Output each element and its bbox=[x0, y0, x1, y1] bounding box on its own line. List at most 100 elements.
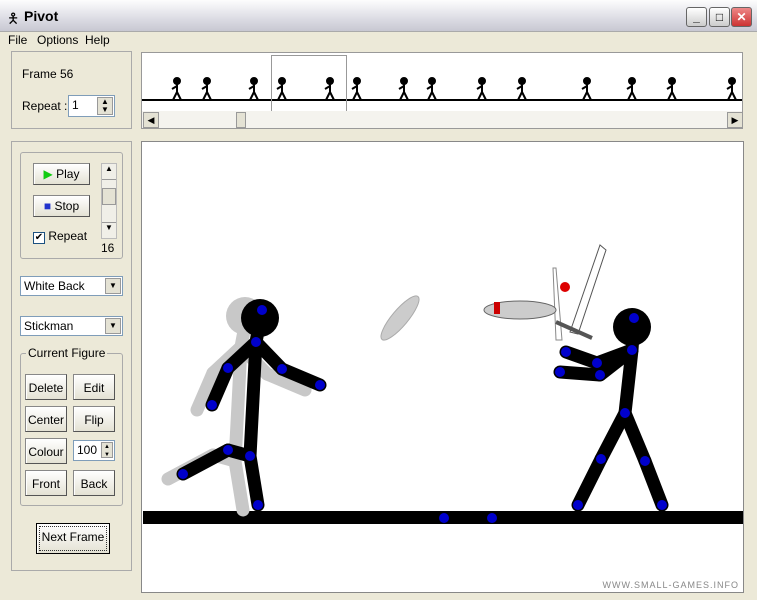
joint-handle bbox=[555, 367, 565, 377]
thumb-leg bbox=[631, 91, 637, 101]
scroll-left-icon[interactable]: ◀ bbox=[143, 112, 159, 128]
play-label: Play bbox=[56, 167, 80, 181]
speed-up-icon[interactable]: ▲ bbox=[102, 164, 116, 180]
frame-thumbnails[interactable] bbox=[142, 53, 743, 107]
thumb-leg bbox=[517, 91, 523, 101]
thumb-stickman bbox=[398, 77, 409, 101]
joint-handle bbox=[657, 500, 667, 510]
repeat-spinner[interactable]: 1 ▲ ▼ bbox=[68, 95, 115, 117]
front-button[interactable]: Front bbox=[25, 470, 67, 496]
spinner-arrows-icon[interactable]: ▲ ▼ bbox=[97, 97, 113, 115]
repeat-value: 1 bbox=[72, 98, 79, 112]
speed-slider[interactable]: ▲ ▼ bbox=[101, 163, 117, 239]
thumb-leg bbox=[399, 91, 405, 101]
checkmark-icon: ✔ bbox=[33, 232, 45, 244]
joint-handle bbox=[178, 469, 188, 479]
edit-button[interactable]: Edit bbox=[73, 374, 115, 400]
speed-thumb[interactable] bbox=[102, 188, 116, 205]
stage[interactable] bbox=[142, 142, 745, 594]
joint-handle bbox=[620, 408, 630, 418]
maximize-button[interactable]: □ bbox=[709, 7, 730, 27]
pivot-app-icon: 🯅 bbox=[7, 10, 20, 26]
joint-handle bbox=[253, 500, 263, 510]
thumb-leg bbox=[477, 91, 483, 101]
back-button[interactable]: Back bbox=[73, 470, 115, 496]
chevron-down-icon[interactable]: ▼ bbox=[105, 318, 121, 334]
sword-blade bbox=[569, 244, 607, 335]
menu-file[interactable]: File bbox=[8, 33, 27, 47]
thumb-leg bbox=[431, 91, 437, 101]
menu-help[interactable]: Help bbox=[85, 33, 110, 47]
center-button[interactable]: Center bbox=[25, 406, 67, 432]
joint-handle bbox=[595, 370, 605, 380]
scroll-thumb[interactable] bbox=[236, 112, 246, 128]
joint-handle bbox=[223, 445, 233, 455]
background-select-value: White Back bbox=[24, 279, 85, 293]
frame-label: Frame 56 bbox=[22, 67, 74, 81]
thumb-leg bbox=[202, 91, 208, 101]
spinner-arrows-icon[interactable]: ▲ ▼ bbox=[101, 442, 113, 458]
chevron-down-icon[interactable]: ▼ bbox=[105, 278, 121, 294]
joint-handle bbox=[573, 500, 583, 510]
thumb-stickman bbox=[426, 77, 437, 101]
thumb-leg bbox=[206, 91, 212, 101]
ground-handle bbox=[487, 513, 497, 523]
stop-label: Stop bbox=[54, 199, 80, 213]
thumb-leg bbox=[176, 91, 182, 101]
colour-spinner[interactable]: 100 ▲ ▼ bbox=[73, 440, 115, 461]
thumb-leg bbox=[403, 91, 409, 101]
limb bbox=[243, 449, 265, 512]
thumb-stickman bbox=[171, 77, 182, 101]
timeline-scrollbar[interactable]: ◀ ▶ bbox=[142, 111, 742, 128]
next-frame-button[interactable]: Next Frame bbox=[36, 523, 110, 554]
joint-handle bbox=[592, 358, 602, 368]
thumb-leg bbox=[586, 91, 592, 101]
play-button[interactable]: ▶ Play bbox=[33, 163, 90, 185]
joint-handle bbox=[223, 363, 233, 373]
frame-panel: Frame 56 Repeat : 1 ▲ ▼ bbox=[11, 51, 132, 129]
joint-handle bbox=[596, 454, 606, 464]
control-panel: ▶ Play ■ Stop ✔ Repeat ▲ ▼ 16 White Back… bbox=[11, 141, 132, 571]
thumb-stickman bbox=[201, 77, 212, 101]
stop-icon: ■ bbox=[43, 199, 52, 213]
figure-select-value: Stickman bbox=[24, 319, 74, 333]
minimize-button[interactable]: _ bbox=[686, 7, 707, 27]
limb bbox=[243, 335, 263, 463]
watermark: WWW.SMALL-GAMES.INFO bbox=[602, 580, 739, 590]
sword-blade bbox=[552, 267, 563, 341]
pin-stripe bbox=[494, 302, 500, 314]
right-stickman bbox=[553, 308, 669, 512]
limb bbox=[638, 454, 669, 512]
thumb-leg bbox=[727, 91, 733, 101]
colour-button[interactable]: Colour bbox=[25, 438, 67, 464]
scroll-right-icon[interactable]: ▶ bbox=[727, 112, 742, 128]
limb bbox=[618, 406, 652, 468]
repeat-checkbox[interactable]: ✔ Repeat bbox=[33, 229, 87, 244]
animation-canvas[interactable]: WWW.SMALL-GAMES.INFO bbox=[141, 141, 744, 593]
joint-handle bbox=[257, 305, 267, 315]
thumb-leg bbox=[253, 91, 259, 101]
frame-timeline[interactable]: ◀ ▶ bbox=[141, 52, 743, 129]
head bbox=[241, 299, 279, 337]
delete-button[interactable]: Delete bbox=[25, 374, 67, 400]
selected-frame[interactable] bbox=[271, 55, 347, 112]
menu-options[interactable]: Options bbox=[37, 33, 78, 47]
close-button[interactable]: ✕ bbox=[731, 7, 752, 27]
thumb-leg bbox=[671, 91, 677, 101]
flip-button[interactable]: Flip bbox=[73, 406, 115, 432]
colour-value: 100 bbox=[77, 443, 98, 457]
repeat-label: Repeat : bbox=[22, 99, 68, 113]
thumb-stickman bbox=[516, 77, 527, 101]
speed-down-icon[interactable]: ▼ bbox=[102, 222, 116, 238]
stop-button[interactable]: ■ Stop bbox=[33, 195, 90, 217]
repeat-checkbox-label: Repeat bbox=[48, 229, 88, 243]
thumb-stickman bbox=[351, 77, 362, 101]
current-figure-group: Current Figure Delete Edit Center Flip C… bbox=[20, 346, 123, 506]
limb bbox=[228, 454, 250, 517]
background-select[interactable]: White Back ▼ bbox=[20, 276, 123, 296]
speed-value: 16 bbox=[101, 241, 115, 255]
figure-select[interactable]: Stickman ▼ bbox=[20, 316, 123, 336]
thumb-leg bbox=[249, 91, 255, 101]
joint-handle bbox=[640, 456, 650, 466]
ground-handle bbox=[439, 513, 449, 523]
